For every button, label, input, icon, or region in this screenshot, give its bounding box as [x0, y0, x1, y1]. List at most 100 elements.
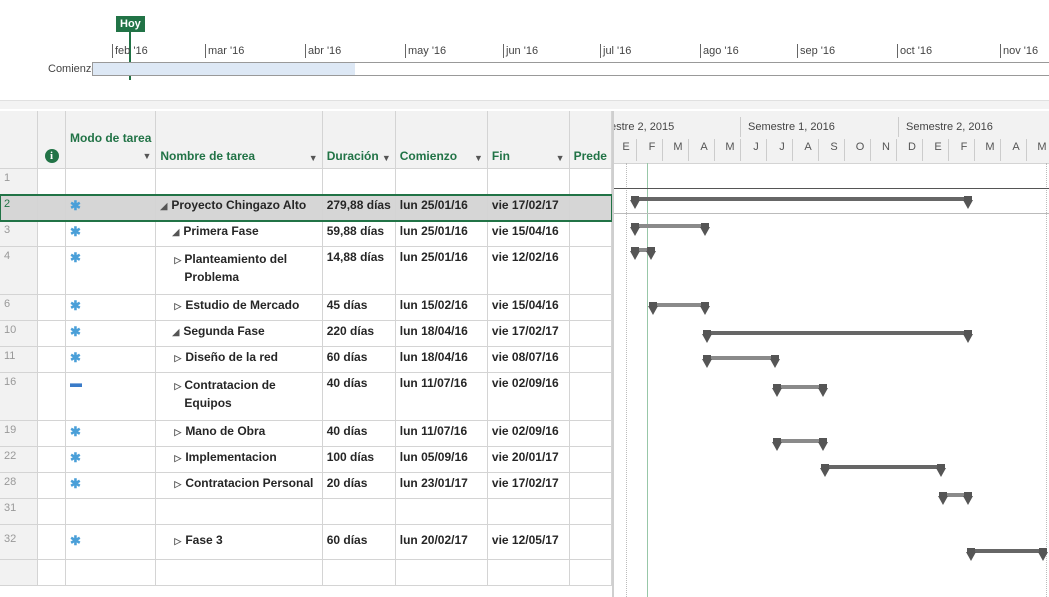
pred-cell[interactable] [569, 346, 612, 373]
duration-column-header[interactable]: Duración ▼ [322, 111, 396, 169]
start-cell[interactable] [395, 498, 488, 525]
pred-cell[interactable] [569, 498, 612, 525]
duration-cell[interactable]: 60 días [322, 346, 396, 373]
mode-cell[interactable]: ✱ [65, 194, 157, 221]
table-row[interactable]: 19 ✱ ▷ Mano de Obra 40 días lun 11/07/16 … [0, 420, 612, 447]
summary-bar-proyecto[interactable] [634, 197, 970, 201]
row-number[interactable]: 10 [0, 320, 38, 347]
collapse-triangle-icon[interactable]: ◢ [172, 327, 179, 337]
duration-cell[interactable]: 40 días [322, 372, 396, 421]
row-number[interactable]: 1 [0, 168, 38, 195]
chevron-down-icon[interactable]: ▼ [142, 149, 151, 163]
table-row[interactable]: 28 ✱ ▷ Contratacion Personal 20 días lun … [0, 472, 612, 499]
start-cell[interactable] [395, 168, 488, 195]
finish-cell[interactable]: vie 15/04/16 [487, 220, 570, 247]
finish-cell[interactable]: vie 02/09/16 [487, 372, 570, 421]
timeline-visible-range[interactable] [93, 63, 355, 75]
start-cell[interactable]: lun 25/01/16 [395, 194, 488, 221]
summary-bar-diseno[interactable] [706, 356, 776, 360]
task-name-cell[interactable]: ▷ Contratacion Personal [155, 472, 323, 499]
mode-cell[interactable]: ✱ [65, 246, 157, 295]
pred-cell[interactable] [569, 294, 612, 321]
row-number[interactable]: 3 [0, 220, 38, 247]
row-number[interactable]: 32 [0, 524, 38, 560]
start-cell[interactable]: lun 25/01/16 [395, 246, 488, 295]
row-number[interactable]: 11 [0, 346, 38, 373]
expand-triangle-icon[interactable]: ▷ [174, 377, 181, 395]
pred-cell[interactable] [569, 420, 612, 447]
finish-cell[interactable]: vie 12/05/17 [487, 524, 570, 560]
start-cell[interactable]: lun 18/04/16 [395, 346, 488, 373]
task-name-cell[interactable]: ◢ Proyecto Chingazo Alto [155, 194, 323, 221]
table-row[interactable]: 2 ✱ ◢ Proyecto Chingazo Alto 279,88 días … [0, 193, 612, 222]
start-cell[interactable]: lun 25/01/16 [395, 220, 488, 247]
row-number[interactable]: 22 [0, 446, 38, 473]
mode-cell[interactable] [65, 168, 157, 195]
task-name-cell[interactable]: ▷ Planteamiento del Problema [155, 246, 323, 295]
row-number[interactable]: 6 [0, 294, 38, 321]
start-column-header[interactable]: Comienzo ▼ [395, 111, 488, 169]
task-name-cell[interactable] [155, 498, 323, 525]
duration-cell[interactable]: 59,88 días [322, 220, 396, 247]
expand-triangle-icon[interactable]: ▷ [174, 479, 181, 489]
pred-cell[interactable] [569, 446, 612, 473]
finish-column-header[interactable]: Fin ▼ [487, 111, 570, 169]
duration-cell[interactable]: 20 días [322, 472, 396, 499]
expand-triangle-icon[interactable]: ▷ [174, 251, 181, 269]
duration-cell[interactable]: 45 días [322, 294, 396, 321]
table-row[interactable]: 11 ✱ ▷ Diseño de la red 60 días lun 18/04… [0, 346, 612, 373]
mode-cell[interactable]: ✱ [65, 446, 157, 473]
summary-bar-contratacion-equipos[interactable] [776, 385, 824, 389]
start-cell[interactable]: lun 20/02/17 [395, 524, 488, 560]
pred-cell[interactable] [569, 524, 612, 560]
row-number[interactable]: 31 [0, 498, 38, 525]
gantt-chart[interactable]: estre 2, 2015 Semestre 1, 2016 Semestre … [612, 111, 1049, 597]
finish-cell[interactable]: vie 20/01/17 [487, 446, 570, 473]
expand-triangle-icon[interactable]: ▷ [174, 301, 181, 311]
row-number[interactable]: 19 [0, 420, 38, 447]
row-number[interactable]: 28 [0, 472, 38, 499]
pred-cell[interactable] [569, 194, 612, 221]
finish-cell[interactable] [487, 168, 570, 195]
table-row[interactable]: 3 ✱ ◢ Primera Fase 59,88 días lun 25/01/1… [0, 220, 612, 247]
mode-cell[interactable] [65, 498, 157, 525]
duration-cell[interactable]: 40 días [322, 420, 396, 447]
finish-cell[interactable]: vie 17/02/17 [487, 320, 570, 347]
splitter[interactable] [0, 100, 1049, 109]
finish-cell[interactable]: vie 17/02/17 [487, 194, 570, 221]
table-row[interactable]: 1 [0, 168, 612, 195]
summary-bar-fase-3[interactable] [970, 549, 1046, 553]
table-row[interactable]: 16 ▬ ▷ Contratacion de Equipos 40 días lu… [0, 372, 612, 421]
summary-bar-primera-fase[interactable] [634, 224, 706, 228]
mode-cell[interactable]: ✱ [65, 294, 157, 321]
summary-bar-estudio[interactable] [652, 303, 706, 307]
finish-cell[interactable]: vie 12/02/16 [487, 246, 570, 295]
row-number[interactable] [0, 559, 38, 586]
expand-triangle-icon[interactable]: ▷ [174, 453, 181, 463]
pred-cell[interactable] [569, 472, 612, 499]
table-row[interactable] [0, 559, 612, 586]
row-number[interactable]: 16 [0, 372, 38, 421]
expand-triangle-icon[interactable]: ▷ [174, 427, 181, 437]
task-name-cell[interactable]: ◢ Primera Fase [155, 220, 323, 247]
duration-cell[interactable] [322, 498, 396, 525]
start-cell[interactable]: lun 23/01/17 [395, 472, 488, 499]
duration-cell[interactable]: 100 días [322, 446, 396, 473]
select-all-corner[interactable] [0, 111, 38, 169]
task-name-cell[interactable]: ▷ Contratacion de Equipos [155, 372, 323, 421]
table-row[interactable]: 10 ✱ ◢ Segunda Fase 220 días lun 18/04/16… [0, 320, 612, 347]
chevron-down-icon[interactable]: ▼ [474, 153, 483, 163]
duration-cell[interactable]: 279,88 días [322, 194, 396, 221]
chevron-down-icon[interactable]: ▼ [309, 153, 318, 163]
expand-triangle-icon[interactable]: ▷ [174, 353, 181, 363]
pred-cell[interactable] [569, 320, 612, 347]
start-cell[interactable]: lun 05/09/16 [395, 446, 488, 473]
duration-cell[interactable]: 220 días [322, 320, 396, 347]
info-column-header[interactable]: i [37, 111, 67, 169]
table-row[interactable]: 32 ✱ ▷ Fase 3 60 días lun 20/02/17 vie 12… [0, 524, 612, 560]
task-name-cell[interactable]: ▷ Implementacion [155, 446, 323, 473]
table-row[interactable]: 22 ✱ ▷ Implementacion 100 días lun 05/09/… [0, 446, 612, 473]
duration-cell[interactable] [322, 168, 396, 195]
pred-cell[interactable] [569, 372, 612, 421]
finish-cell[interactable]: vie 15/04/16 [487, 294, 570, 321]
